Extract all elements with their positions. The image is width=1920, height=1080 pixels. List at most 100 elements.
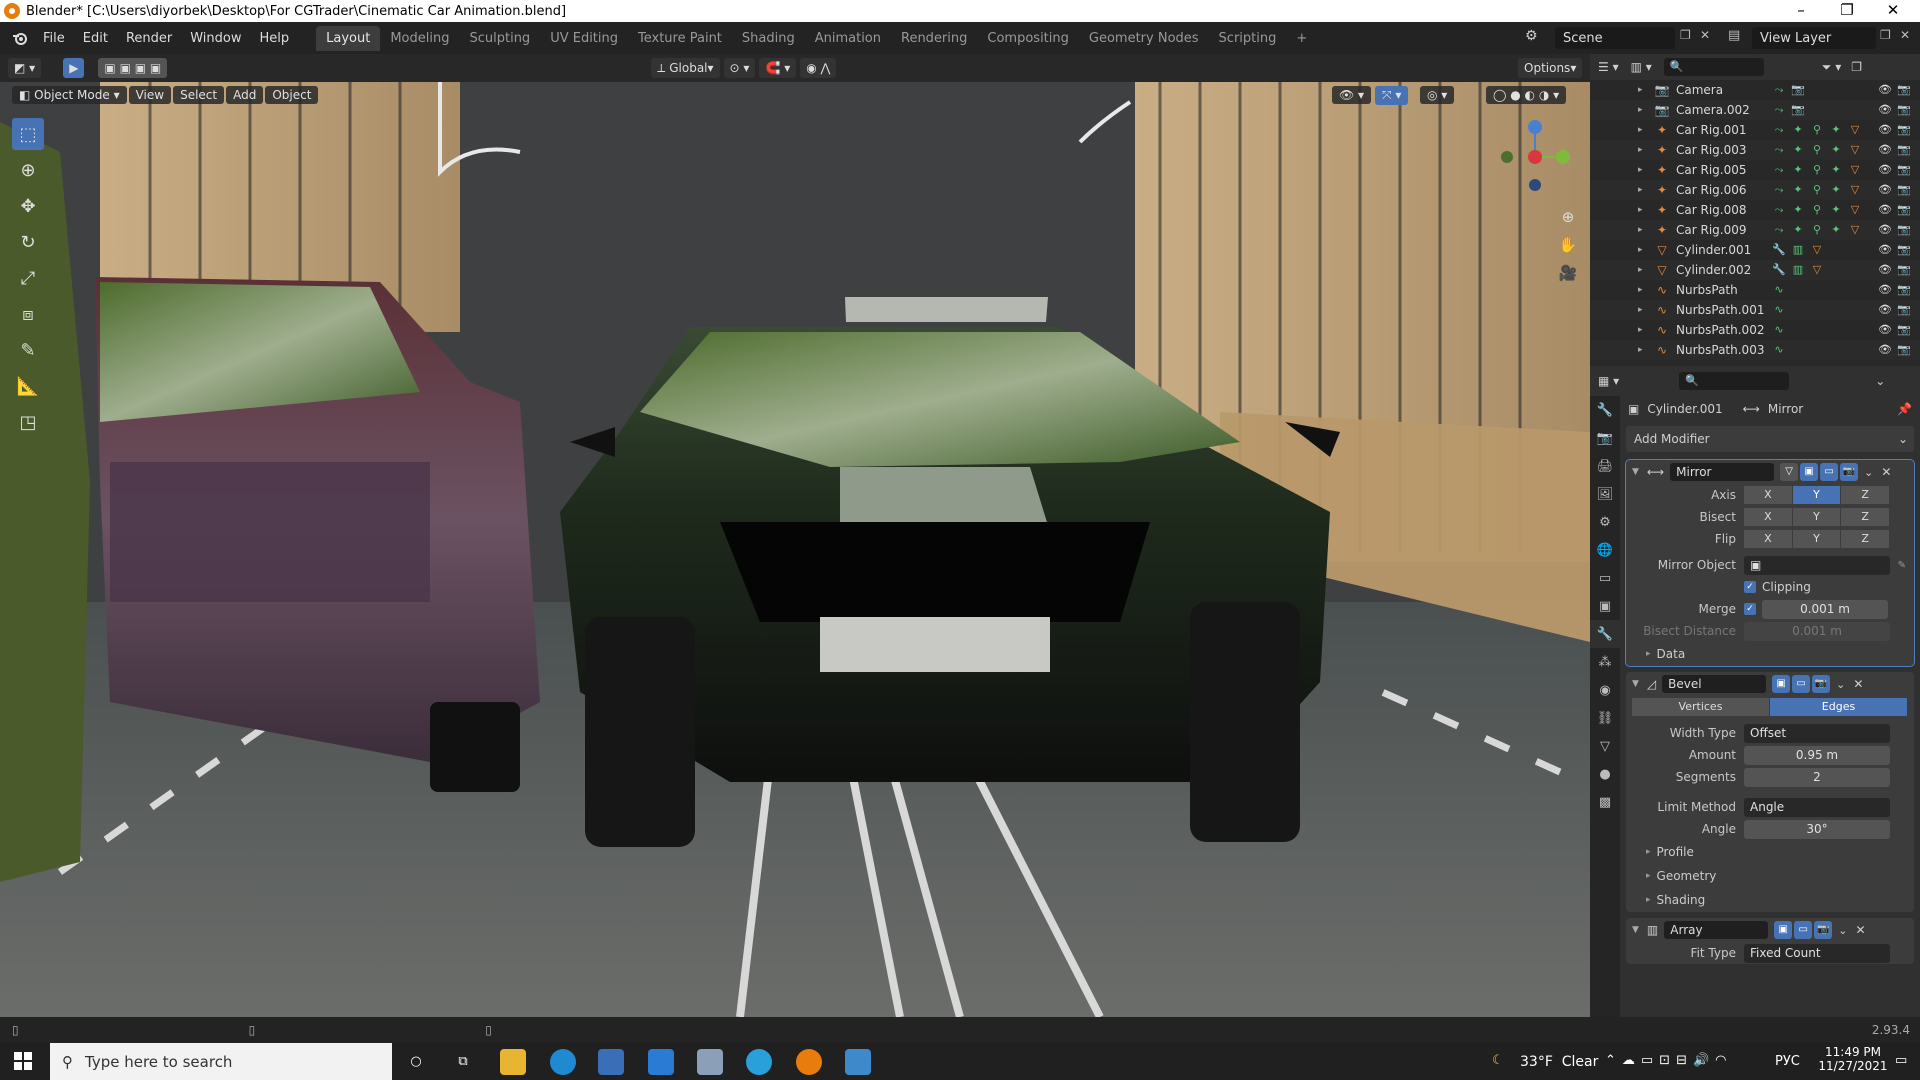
- add-workspace-button[interactable]: +: [1286, 26, 1317, 51]
- modifier-icon[interactable]: ▥: [1791, 243, 1805, 257]
- editor-type-icon[interactable]: ◩ ▾: [8, 58, 42, 78]
- proportional-edit-icon[interactable]: ◉ ⋀: [800, 58, 837, 78]
- outliner-item[interactable]: ▸ ✦ Car Rig.005 ⤳ ✦ ⚲ ✦ ▽ 👁 📷: [1590, 160, 1920, 180]
- eye-icon[interactable]: 👁: [1878, 303, 1892, 316]
- outliner-item-label[interactable]: NurbsPath.002: [1676, 323, 1772, 337]
- render-visibility-icon[interactable]: 📷: [1897, 303, 1911, 316]
- merge-checkbox[interactable]: ✓: [1744, 603, 1756, 615]
- edit-cage-icon[interactable]: ▽: [1780, 463, 1799, 481]
- eye-icon[interactable]: 👁: [1878, 163, 1892, 176]
- view-layer-selector[interactable]: View Layer: [1752, 27, 1876, 49]
- zoom-icon[interactable]: ⊕: [1557, 206, 1579, 228]
- expand-arrow-icon[interactable]: ▸: [1638, 165, 1652, 175]
- limit-method-dropdown[interactable]: Angle: [1744, 797, 1890, 817]
- tab-modeling[interactable]: Modeling: [380, 26, 459, 51]
- edit-mode-icon[interactable]: ▣: [1772, 675, 1791, 693]
- filter-icon[interactable]: ⏷ ▾: [1822, 60, 1841, 75]
- expand-arrow-icon[interactable]: ▸: [1638, 285, 1652, 295]
- outliner-item[interactable]: ▸ ✦ Car Rig.001 ⤳ ✦ ⚲ ✦ ▽ 👁 📷: [1590, 120, 1920, 140]
- modifier-icon[interactable]: ⤳: [1772, 123, 1786, 137]
- eye-icon[interactable]: 👁: [1878, 343, 1892, 356]
- modifier-icon[interactable]: ∿: [1772, 323, 1786, 337]
- texture-tab-icon[interactable]: ▩: [1590, 788, 1620, 816]
- tab-rendering[interactable]: Rendering: [891, 26, 977, 51]
- modifier-icon[interactable]: ▥: [1791, 263, 1805, 277]
- mirror-name-field[interactable]: Mirror: [1670, 463, 1775, 481]
- add-cube-icon[interactable]: ◳: [12, 406, 44, 438]
- width-type-dropdown[interactable]: Offset: [1744, 723, 1890, 743]
- tab-compositing[interactable]: Compositing: [977, 26, 1079, 51]
- outliner-editor-icon[interactable]: ☰ ▾: [1598, 60, 1619, 74]
- expand-arrow-icon[interactable]: ▸: [1638, 205, 1652, 215]
- outliner-item[interactable]: ▸ ∿ NurbsPath.003 ∿ 👁 📷: [1590, 340, 1920, 360]
- outliner-item[interactable]: ▸ ▽ Cylinder.002 🔧 ▥ ▽ 👁 📷: [1590, 260, 1920, 280]
- shading-modes-icon[interactable]: ◯ ● ◐ ◑ ▾: [1486, 86, 1567, 104]
- outliner-item-label[interactable]: Car Rig.008: [1676, 203, 1772, 217]
- viewport-display-icon[interactable]: ▭: [1794, 921, 1813, 939]
- menu-object[interactable]: Object: [265, 86, 319, 104]
- outliner-item[interactable]: ▸ ✦ Car Rig.006 ⤳ ✦ ⚲ ✦ ▽ 👁 📷: [1590, 180, 1920, 200]
- modifier-icon[interactable]: ⤳: [1772, 103, 1786, 117]
- modifier-icon[interactable]: ✦: [1791, 223, 1805, 237]
- mirror-header[interactable]: ▼ ⟷ Mirror ▽ ▣ ▭ 📷 ⌄ ✕: [1626, 460, 1914, 484]
- gizmo-toggle-icon[interactable]: ⤧ ▾: [1375, 85, 1409, 105]
- camera-view-icon[interactable]: 🎥: [1557, 262, 1579, 284]
- modifier-icon[interactable]: ∿: [1772, 303, 1786, 317]
- data-tab-icon[interactable]: ▽: [1590, 732, 1620, 760]
- transform-icon[interactable]: ⧈: [12, 298, 44, 330]
- eye-icon[interactable]: 👁: [1878, 203, 1892, 216]
- expand-arrow-icon[interactable]: ▸: [1638, 225, 1652, 235]
- blender-menu-icon[interactable]: [6, 27, 34, 49]
- bisect-y-toggle[interactable]: Y: [1792, 508, 1841, 526]
- modifier-icon[interactable]: ▽: [1848, 223, 1862, 237]
- eye-icon[interactable]: 👁: [1878, 323, 1892, 336]
- outliner-item[interactable]: ▸ 📷 Camera ⤳ 📷 👁 📷: [1590, 80, 1920, 100]
- modifier-icon[interactable]: ⤳: [1772, 203, 1786, 217]
- modifier-icon[interactable]: ✦: [1791, 163, 1805, 177]
- minimize-icon[interactable]: –: [1778, 0, 1824, 22]
- modifier-icon[interactable]: ⚲: [1810, 183, 1824, 197]
- axis-y-toggle[interactable]: Y: [1792, 486, 1841, 504]
- modifier-icon[interactable]: ∿: [1772, 343, 1786, 357]
- flip-x-toggle[interactable]: X: [1744, 530, 1792, 548]
- modifier-icon[interactable]: ✦: [1791, 203, 1805, 217]
- tab-shading[interactable]: Shading: [732, 26, 805, 51]
- modifier-menu-icon[interactable]: ⌄: [1864, 466, 1873, 479]
- tool-tab-icon[interactable]: 🔧: [1590, 396, 1620, 424]
- modifier-icon[interactable]: ✦: [1829, 143, 1843, 157]
- amount-field[interactable]: 0.95 m: [1744, 745, 1890, 765]
- expand-arrow-icon[interactable]: ▸: [1638, 265, 1652, 275]
- task-view-icon[interactable]: ⧉: [450, 1049, 476, 1075]
- modifier-icon[interactable]: ✦: [1791, 143, 1805, 157]
- collapse-icon[interactable]: ▼: [1632, 467, 1639, 477]
- notification-icon[interactable]: ▭: [1895, 1053, 1907, 1068]
- edge-icon[interactable]: [550, 1049, 576, 1075]
- render-display-icon[interactable]: 📷: [1840, 463, 1859, 481]
- eye-icon[interactable]: 👁: [1878, 183, 1892, 196]
- snap-icon[interactable]: 🧲 ▾: [759, 58, 797, 78]
- menu-file[interactable]: File: [34, 31, 74, 46]
- remove-modifier-icon[interactable]: ✕: [1855, 923, 1865, 937]
- render-display-icon[interactable]: 📷: [1814, 921, 1833, 939]
- collapse-icon[interactable]: ▼: [1632, 679, 1639, 689]
- modifier-icon[interactable]: ⤳: [1772, 183, 1786, 197]
- bisect-z-toggle[interactable]: Z: [1841, 508, 1890, 526]
- outliner-item-label[interactable]: Camera: [1676, 83, 1772, 97]
- render-visibility-icon[interactable]: 📷: [1897, 323, 1911, 336]
- select-box-icon[interactable]: ⬚: [12, 118, 44, 150]
- display-mode-icon[interactable]: ▥ ▾: [1631, 60, 1652, 74]
- modifier-icon[interactable]: ✦: [1791, 183, 1805, 197]
- modifier-icon[interactable]: ▽: [1848, 163, 1862, 177]
- tab-uv-editing[interactable]: UV Editing: [540, 26, 628, 51]
- render-visibility-icon[interactable]: 📷: [1897, 263, 1911, 276]
- profile-subpanel[interactable]: Profile: [1626, 840, 1914, 864]
- modifier-menu-icon[interactable]: ⌄: [1838, 924, 1847, 937]
- clipping-checkbox[interactable]: ✓: [1744, 581, 1756, 593]
- tab-animation[interactable]: Animation: [805, 26, 891, 51]
- modifier-icon[interactable]: ✦: [1829, 223, 1843, 237]
- modifier-icon[interactable]: 🔧: [1772, 243, 1786, 257]
- pivot-icon[interactable]: ⊙ ▾: [723, 58, 756, 78]
- outliner-item[interactable]: ▸ ✦ Car Rig.008 ⤳ ✦ ⚲ ✦ ▽ 👁 📷: [1590, 200, 1920, 220]
- remove-modifier-icon[interactable]: ✕: [1881, 465, 1891, 479]
- eye-icon[interactable]: 👁: [1878, 83, 1892, 96]
